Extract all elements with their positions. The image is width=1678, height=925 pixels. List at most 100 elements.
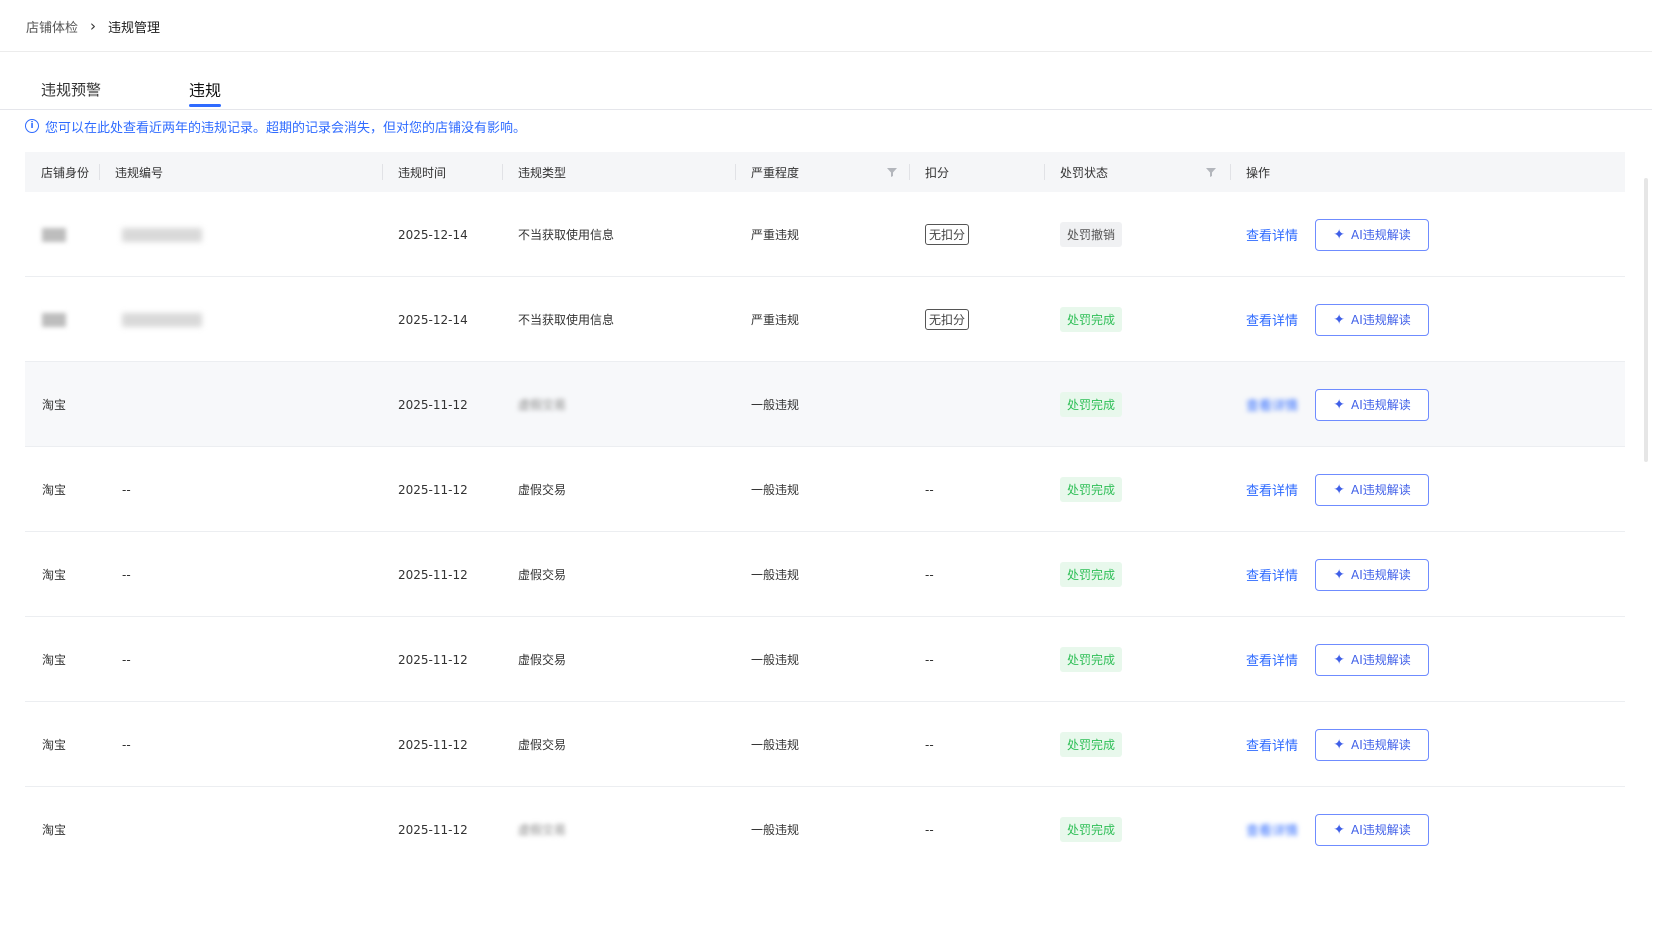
column-header-severity: 严重程度: [751, 165, 800, 180]
type-cell: 不当获取使用信息: [518, 228, 615, 242]
filter-icon[interactable]: [1205, 166, 1217, 178]
ai-button-label: AI违规解读: [1350, 483, 1411, 497]
breadcrumb-current: 违规管理: [108, 20, 161, 36]
deduction-cell: --: [925, 652, 934, 667]
ai-interpret-button[interactable]: ✦ AI违规解读: [1315, 473, 1429, 506]
deduction-cell: 无扣分: [925, 277, 970, 362]
sparkle-icon: ✦: [1333, 481, 1345, 498]
status-badge: 处罚完成: [1060, 477, 1123, 502]
action-cell: 查看详情: [1246, 702, 1298, 787]
time-cell: 2025-12-14: [398, 312, 468, 327]
redacted-id: [122, 312, 202, 327]
action-cell: 查看详情: [1246, 362, 1298, 447]
deduction-cell: --: [925, 737, 934, 752]
deduction-tag: 无扣分: [925, 224, 970, 245]
ai-cell: ✦ AI违规解读: [1315, 447, 1429, 532]
status-badge: 处罚撤销: [1060, 222, 1123, 247]
view-detail-link[interactable]: 查看详情: [1246, 735, 1298, 754]
sparkle-icon: ✦: [1333, 651, 1345, 668]
shop-cell: 淘宝: [42, 483, 67, 497]
column-header-time: 违规时间: [398, 165, 447, 180]
ai-cell: ✦ AI违规解读: [1315, 702, 1429, 787]
info-notice: i 您可以在此处查看近两年的违规记录。超期的记录会消失，但对您的店铺没有影响。: [25, 117, 527, 136]
table-row: 淘宝 -- 2025-11-12 虚假交易 一般违规 -- 处罚完成 查看详情 …: [25, 532, 1625, 617]
status-cell: 处罚完成: [1060, 702, 1123, 787]
column-header-status: 处罚状态: [1060, 165, 1109, 180]
violation-id-cell: --: [122, 482, 131, 497]
time-cell: 2025-11-12: [398, 737, 468, 752]
breadcrumb-shop-check[interactable]: 店铺体检: [26, 17, 78, 36]
action-cell: 查看详情: [1246, 277, 1298, 362]
ai-interpret-button[interactable]: ✦ AI违规解读: [1315, 218, 1429, 251]
type-cell: 虚假交易: [518, 483, 567, 497]
ai-button-label: AI违规解读: [1350, 653, 1411, 667]
shop-cell: 淘宝: [42, 738, 67, 752]
sparkle-icon: ✦: [1333, 736, 1345, 753]
status-cell: 处罚完成: [1060, 447, 1123, 532]
tab-violation-warning[interactable]: 违规预警: [41, 79, 101, 100]
notice-text: 您可以在此处查看近两年的违规记录。超期的记录会消失，但对您的店铺没有影响。: [45, 120, 527, 136]
ai-interpret-button[interactable]: ✦ AI违规解读: [1315, 728, 1429, 761]
view-detail-link[interactable]: 查看详情: [1246, 395, 1298, 414]
type-cell: 虚假交易: [518, 738, 567, 752]
sparkle-icon: ✦: [1333, 311, 1345, 328]
status-badge: 处罚完成: [1060, 647, 1123, 672]
filter-icon[interactable]: [886, 166, 898, 178]
violation-id-cell: --: [122, 567, 131, 582]
shop-cell: [42, 192, 66, 277]
time-cell: 2025-11-12: [398, 482, 468, 497]
sparkle-icon: ✦: [1333, 396, 1345, 413]
view-detail-link[interactable]: 查看详情: [1246, 225, 1298, 244]
vertical-scrollbar[interactable]: [1644, 178, 1648, 462]
status-badge: 处罚完成: [1060, 732, 1123, 757]
breadcrumb: 店铺体检 › 违规管理: [26, 16, 160, 36]
ai-interpret-button[interactable]: ✦ AI违规解读: [1315, 303, 1429, 336]
ai-cell: ✦ AI违规解读: [1315, 192, 1429, 277]
status-cell: 处罚完成: [1060, 617, 1123, 702]
tab-violation[interactable]: 违规: [189, 77, 221, 101]
deduction-cell: 无扣分: [925, 192, 970, 277]
violation-table: 店铺身份 违规编号 违规时间 违规类型 严重程度 扣分 处罚状态 操作 2025…: [25, 152, 1625, 872]
column-divider: [1044, 164, 1045, 180]
deduction-cell: --: [925, 822, 934, 837]
time-cell: 2025-12-14: [398, 227, 468, 242]
time-cell: 2025-11-12: [398, 567, 468, 582]
severity-cell: 一般违规: [751, 738, 800, 752]
severity-cell: 一般违规: [751, 653, 800, 667]
ai-interpret-button[interactable]: ✦ AI违规解读: [1315, 643, 1429, 676]
view-detail-link[interactable]: 查看详情: [1246, 565, 1298, 584]
action-cell: 查看详情: [1246, 192, 1298, 277]
view-detail-link[interactable]: 查看详情: [1246, 650, 1298, 669]
action-cell: 查看详情: [1246, 787, 1298, 872]
action-cell: 查看详情: [1246, 532, 1298, 617]
type-cell: 虚假交易: [518, 653, 567, 667]
ai-button-label: AI违规解读: [1350, 823, 1411, 837]
time-cell: 2025-11-12: [398, 822, 468, 837]
status-cell: 处罚完成: [1060, 277, 1123, 362]
severity-cell: 一般违规: [751, 823, 800, 837]
table-row: 淘宝 -- 2025-11-12 虚假交易 一般违规 -- 处罚完成 查看详情 …: [25, 447, 1625, 532]
column-header-id: 违规编号: [115, 165, 164, 180]
column-header-actions: 操作: [1246, 165, 1271, 180]
ai-button-label: AI违规解读: [1350, 398, 1411, 412]
view-detail-link[interactable]: 查看详情: [1246, 820, 1298, 839]
violation-id-cell: --: [122, 652, 131, 667]
table-row: 2025-12-14 不当获取使用信息 严重违规 无扣分 处罚完成 查看详情 ✦…: [25, 277, 1625, 362]
redacted-shop: [42, 227, 66, 242]
ai-button-label: AI违规解读: [1350, 738, 1411, 752]
type-text: 虚假交易: [518, 823, 567, 837]
status-badge: 处罚完成: [1060, 307, 1123, 332]
status-cell: 处罚完成: [1060, 787, 1123, 872]
view-detail-link[interactable]: 查看详情: [1246, 310, 1298, 329]
column-divider: [1230, 164, 1231, 180]
ai-interpret-button[interactable]: ✦ AI违规解读: [1315, 813, 1429, 846]
column-header-deduction: 扣分: [925, 165, 950, 180]
shop-cell: [42, 277, 66, 362]
ai-interpret-button[interactable]: ✦ AI违规解读: [1315, 558, 1429, 591]
view-detail-link[interactable]: 查看详情: [1246, 480, 1298, 499]
ai-interpret-button[interactable]: ✦ AI违规解读: [1315, 388, 1429, 421]
action-cell: 查看详情: [1246, 617, 1298, 702]
column-divider: [99, 164, 100, 180]
violation-id-cell: [122, 192, 202, 277]
column-divider: [735, 164, 736, 180]
